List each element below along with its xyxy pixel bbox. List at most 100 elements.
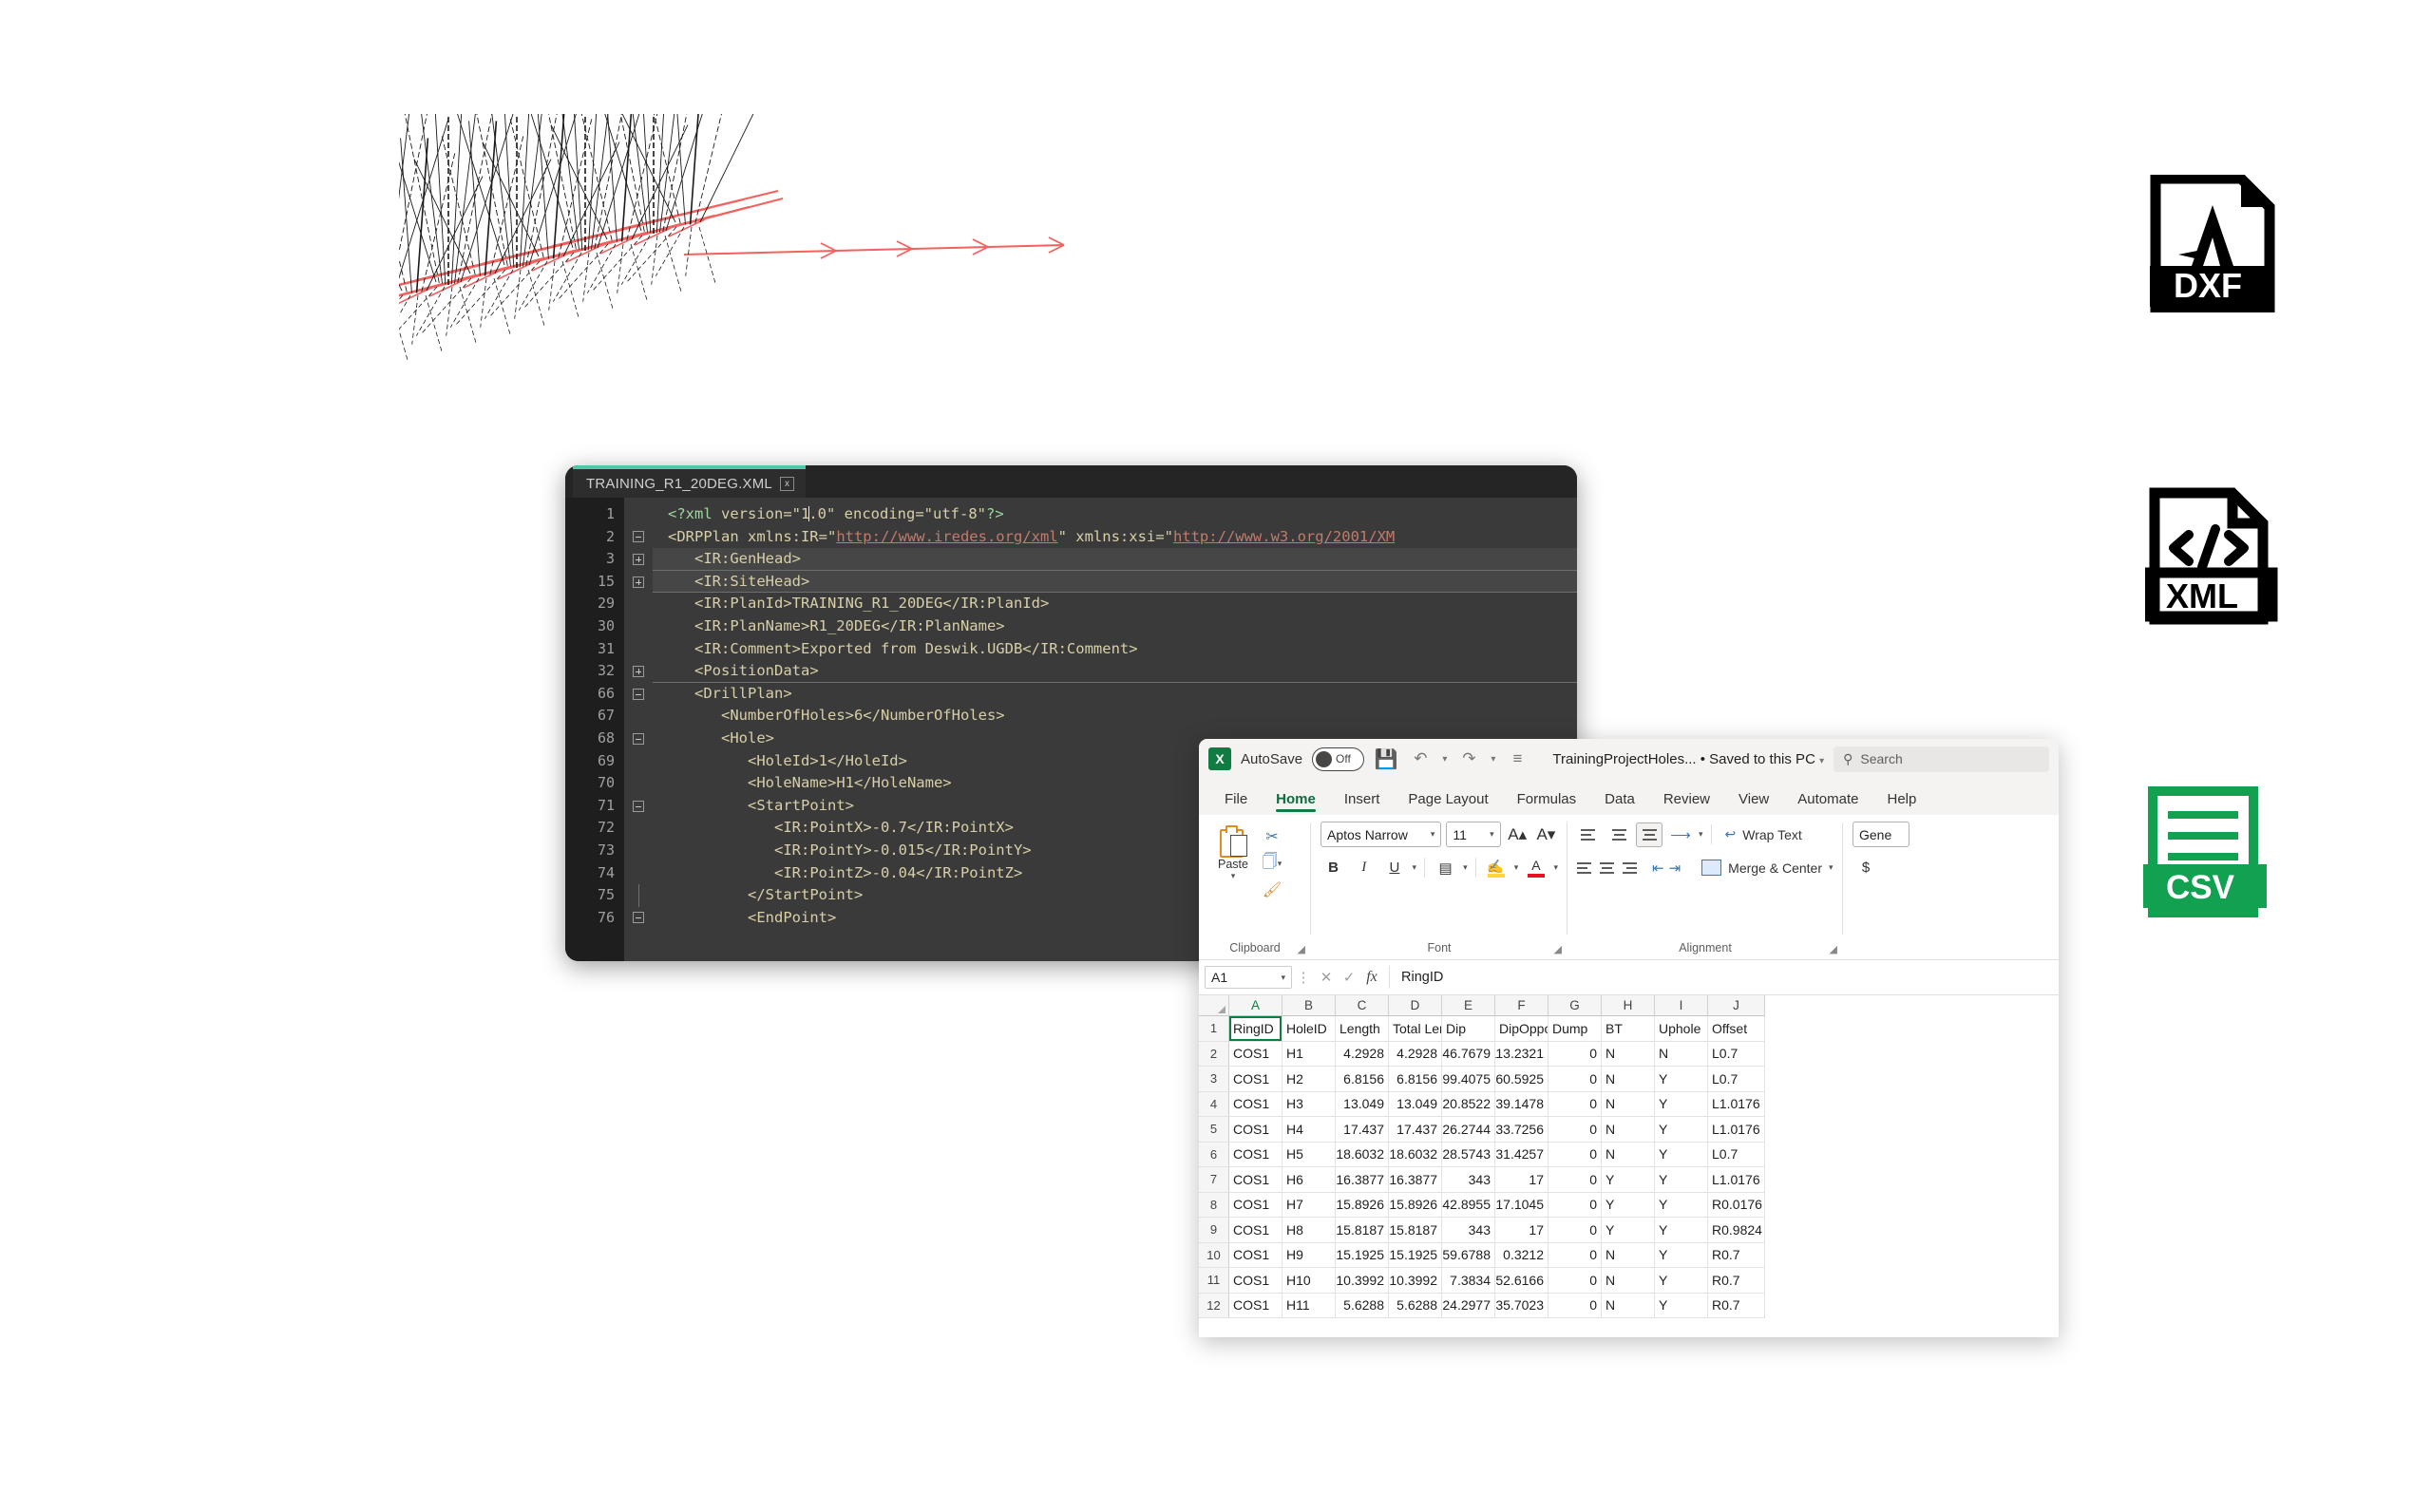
cell-G5[interactable]: 0 (1548, 1117, 1602, 1143)
column-header-G[interactable]: G (1548, 995, 1602, 1016)
cell-C9[interactable]: 15.8187 (1336, 1218, 1389, 1243)
cell-H1[interactable]: BT (1602, 1016, 1655, 1042)
orientation-chevron-down-icon[interactable]: ▾ (1699, 829, 1703, 840)
ribbon-tab-data[interactable]: Data (1592, 786, 1647, 815)
cell-H11[interactable]: N (1602, 1268, 1655, 1294)
ribbon-tab-home[interactable]: Home (1264, 786, 1328, 815)
cell-E5[interactable]: 326.2744 (1442, 1117, 1495, 1143)
row-header-11[interactable]: 11 (1199, 1268, 1229, 1294)
cell-J6[interactable]: L0.7 (1708, 1142, 1765, 1167)
cell-G9[interactable]: 0 (1548, 1218, 1602, 1243)
cell-D7[interactable]: 16.3877 (1389, 1167, 1442, 1193)
cell-F7[interactable]: 17 (1495, 1167, 1548, 1193)
cell-F4[interactable]: 39.1478 (1495, 1091, 1548, 1117)
cell-C4[interactable]: 13.049 (1336, 1091, 1389, 1117)
cell-A9[interactable]: COS1 (1229, 1218, 1282, 1243)
cell-G12[interactable]: 0 (1548, 1293, 1602, 1318)
cell-E11[interactable]: 7.3834 (1442, 1268, 1495, 1294)
cell-F2[interactable]: 113.2321 (1495, 1041, 1548, 1067)
cell-J7[interactable]: L1.0176 (1708, 1167, 1765, 1193)
cell-E7[interactable]: 343 (1442, 1167, 1495, 1193)
cell-J9[interactable]: R0.9824 (1708, 1218, 1765, 1243)
cell-E12[interactable]: 24.2977 (1442, 1293, 1495, 1318)
cell-B12[interactable]: H11 (1282, 1293, 1336, 1318)
fold-control[interactable] (624, 884, 653, 907)
ribbon-tab-view[interactable]: View (1726, 786, 1781, 815)
fold-control[interactable] (624, 907, 653, 930)
redo-chevron-down-icon[interactable]: ▾ (1491, 754, 1495, 765)
table-row[interactable]: 11COS1H1010.399210.39927.3834352.61660NY… (1199, 1268, 2059, 1294)
ribbon-tab-help[interactable]: Help (1874, 786, 1928, 815)
ribbon-tab-formulas[interactable]: Formulas (1505, 786, 1589, 815)
align-right-icon[interactable] (1619, 857, 1637, 879)
editor-tab-training-r1-20deg[interactable]: TRAINING_R1_20DEG.XML x (573, 465, 806, 498)
cell-F11[interactable]: 352.6166 (1495, 1268, 1548, 1294)
cell-G1[interactable]: Dump (1548, 1016, 1602, 1042)
borders-chevron-down-icon[interactable]: ▾ (1463, 862, 1468, 873)
merge-chevron-down-icon[interactable]: ▾ (1829, 862, 1834, 873)
column-header-D[interactable]: D (1389, 995, 1442, 1016)
cell-B5[interactable]: H4 (1282, 1117, 1336, 1143)
confirm-icon[interactable]: ✓ (1338, 966, 1360, 989)
cell-A7[interactable]: COS1 (1229, 1167, 1282, 1193)
increase-indent-icon[interactable]: ⇥ (1669, 855, 1682, 880)
cell-B7[interactable]: H6 (1282, 1167, 1336, 1193)
cell-E4[interactable]: 320.8522 (1442, 1091, 1495, 1117)
cell-C6[interactable]: 18.6032 (1336, 1142, 1389, 1167)
cell-C5[interactable]: 17.437 (1336, 1117, 1389, 1143)
cell-D11[interactable]: 10.3992 (1389, 1268, 1442, 1294)
decrease-indent-icon[interactable]: ⇤ (1652, 855, 1664, 880)
customize-quick-access-icon[interactable]: ≡ (1505, 747, 1530, 771)
font-size-select[interactable]: 11 ▾ (1446, 822, 1501, 847)
cell-J8[interactable]: R0.0176 (1708, 1192, 1765, 1218)
clipboard-dialog-launcher[interactable]: ◢ (1298, 943, 1305, 955)
fold-control[interactable] (624, 683, 653, 706)
table-row[interactable]: 1RingIDHoleIDLengthTotal LengtDipDipOppo… (1199, 1016, 2059, 1042)
fold-control[interactable] (624, 728, 653, 750)
cell-I9[interactable]: Y (1655, 1218, 1708, 1243)
row-header-7[interactable]: 7 (1199, 1167, 1229, 1193)
align-center-icon[interactable] (1600, 857, 1614, 879)
row-header-4[interactable]: 4 (1199, 1091, 1229, 1117)
bold-button[interactable]: B (1320, 855, 1346, 880)
row-header-5[interactable]: 5 (1199, 1117, 1229, 1143)
borders-icon[interactable]: ▤ (1433, 855, 1458, 880)
row-header-1[interactable]: 1 (1199, 1016, 1229, 1042)
cell-F6[interactable]: 31.4257 (1495, 1142, 1548, 1167)
cell-J3[interactable]: L0.7 (1708, 1067, 1765, 1092)
cell-E10[interactable]: 359.6788 (1442, 1242, 1495, 1268)
cell-E9[interactable]: 343 (1442, 1218, 1495, 1243)
cell-I2[interactable]: N (1655, 1041, 1708, 1067)
column-header-I[interactable]: I (1655, 995, 1708, 1016)
cell-G8[interactable]: 0 (1548, 1192, 1602, 1218)
cell-A11[interactable]: COS1 (1229, 1268, 1282, 1294)
cell-D6[interactable]: 18.6032 (1389, 1142, 1442, 1167)
cell-I11[interactable]: Y (1655, 1268, 1708, 1294)
fold-control[interactable] (624, 795, 653, 818)
cell-J5[interactable]: L1.0176 (1708, 1117, 1765, 1143)
cell-C1[interactable]: Length (1336, 1016, 1389, 1042)
row-header-9[interactable]: 9 (1199, 1218, 1229, 1243)
cell-I1[interactable]: Uphole (1655, 1016, 1708, 1042)
search-input[interactable]: ⚲ Search (1834, 746, 2049, 772)
name-box[interactable]: A1 ▾ (1205, 966, 1292, 989)
cell-E8[interactable]: 342.8955 (1442, 1192, 1495, 1218)
cell-H5[interactable]: N (1602, 1117, 1655, 1143)
cell-C12[interactable]: 5.6288 (1336, 1293, 1389, 1318)
undo-chevron-down-icon[interactable]: ▾ (1442, 754, 1447, 765)
paste-chevron-down-icon[interactable]: ▾ (1231, 871, 1236, 881)
font-color-chevron-down-icon[interactable]: ▾ (1553, 862, 1558, 873)
cell-D3[interactable]: 6.8156 (1389, 1067, 1442, 1092)
cell-A6[interactable]: COS1 (1229, 1142, 1282, 1167)
cell-D1[interactable]: Total Lengt (1389, 1016, 1442, 1042)
cell-C10[interactable]: 15.1925 (1336, 1242, 1389, 1268)
cell-G10[interactable]: 0 (1548, 1242, 1602, 1268)
alignment-dialog-launcher[interactable]: ◢ (1830, 943, 1837, 955)
font-dialog-launcher[interactable]: ◢ (1554, 943, 1562, 955)
cell-F9[interactable]: 17 (1495, 1218, 1548, 1243)
cell-J2[interactable]: L0.7 (1708, 1041, 1765, 1067)
cell-H3[interactable]: N (1602, 1067, 1655, 1092)
cell-B1[interactable]: HoleID (1282, 1016, 1336, 1042)
cell-D4[interactable]: 13.049 (1389, 1091, 1442, 1117)
undo-icon[interactable]: ↶ (1408, 747, 1433, 771)
